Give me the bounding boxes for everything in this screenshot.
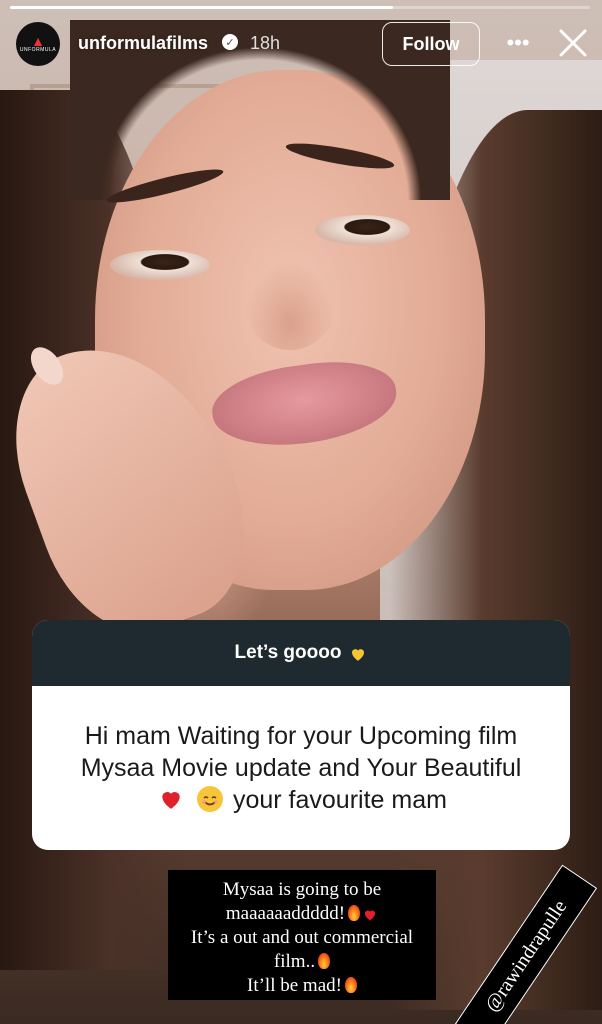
- story-progress-bar: [10, 6, 590, 9]
- question-line-2: Mysaa Movie update and Your Beautiful: [80, 754, 522, 782]
- logo-mark-icon: ▲: [31, 33, 45, 49]
- question-body: Hi mam Waiting for your Upcoming film My…: [32, 686, 570, 850]
- avatar-text: UNFORMULA: [19, 47, 57, 53]
- nose-shade: [245, 260, 335, 350]
- question-line-1: Hi mam Waiting for your Upcoming film: [84, 722, 518, 750]
- red-heart-icon: [362, 904, 378, 921]
- question-text: Hi mam Waiting for your Upcoming film My…: [51, 720, 551, 816]
- close-icon[interactable]: [556, 26, 590, 60]
- reply-line-4: film..: [273, 951, 316, 972]
- smile-icon: [197, 786, 224, 812]
- reply-caption: Mysaa is going to be maaaaaaddddd! It’s …: [168, 870, 436, 1000]
- red-heart-icon: [158, 786, 184, 812]
- follow-button[interactable]: Follow: [382, 22, 480, 66]
- more-icon[interactable]: •••: [503, 28, 533, 58]
- story-time: 18h: [250, 33, 281, 53]
- eye-left: [110, 250, 210, 280]
- username[interactable]: unformulafilms: [78, 33, 208, 54]
- question-line-3: your favourite mam: [232, 786, 447, 814]
- eye-right: [315, 215, 410, 245]
- fire-icon: [344, 977, 357, 993]
- fire-icon: [318, 953, 331, 969]
- yellow-heart-icon: [349, 645, 367, 663]
- avatar[interactable]: ▲ UNFORMULA: [16, 22, 60, 66]
- question-sticker[interactable]: Let’s goooo Hi mam Waiting for your Upco…: [32, 620, 570, 850]
- story-view[interactable]: ▲ UNFORMULA unformulafilms ✓ 18h Follow …: [0, 0, 602, 1024]
- story-progress-fill: [10, 6, 393, 9]
- reply-line-5: It’ll be mad!: [247, 975, 342, 996]
- reply-line-3: It’s a out and out commercial: [190, 927, 414, 948]
- question-line-3-wrap: your favourite mam: [51, 784, 551, 816]
- question-header: Let’s goooo: [32, 620, 570, 686]
- story-header: ▲ UNFORMULA unformulafilms ✓ 18h Follow …: [0, 18, 602, 72]
- question-title: Let’s goooo: [234, 642, 342, 663]
- reply-line-1: Mysaa is going to be: [222, 879, 382, 900]
- reply-line-2-wrap: maaaaaaddddd!: [191, 902, 413, 926]
- reply-line-4-wrap: film..: [191, 950, 413, 974]
- reply-line-5-wrap: It’ll be mad!: [191, 974, 413, 998]
- verified-badge-icon: ✓: [222, 34, 238, 50]
- fire-icon: [348, 905, 361, 921]
- reply-line-2: maaaaaaddddd!: [225, 903, 346, 924]
